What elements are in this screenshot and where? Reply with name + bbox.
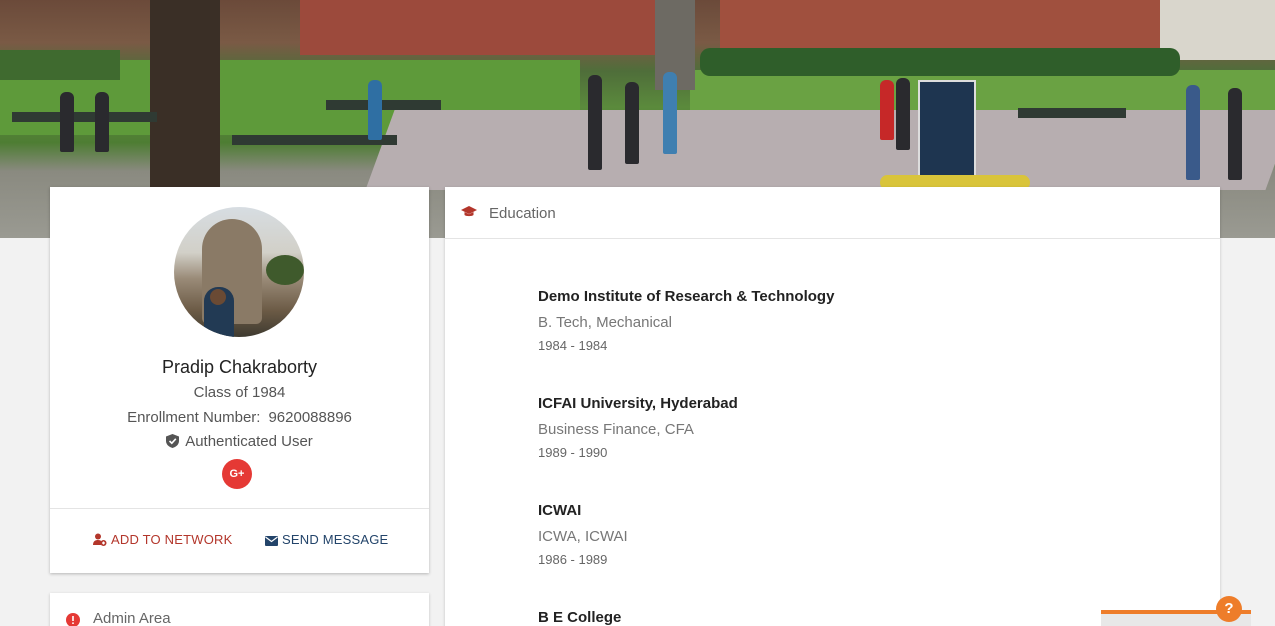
add-to-network-button[interactable]: ADD TO NETWORK <box>93 532 233 547</box>
degree: ICWA, ICWAI <box>538 528 628 545</box>
google-plus-icon[interactable]: G+ <box>222 459 252 489</box>
profile-card: Pradip Chakraborty Class of 1984 Enrollm… <box>50 187 429 573</box>
admin-area-card[interactable]: Admin Area <box>50 593 429 626</box>
card-divider <box>50 508 429 509</box>
shield-check-icon <box>166 434 180 448</box>
info-icon <box>66 613 80 626</box>
institution-name: ICWAI <box>538 502 582 519</box>
enrollment-label: Enrollment Number: <box>127 409 261 426</box>
institution-name: ICFAI University, Hyderabad <box>538 395 738 412</box>
enrollment-number: Enrollment Number: 9620088896 <box>50 409 429 426</box>
avatar[interactable] <box>174 207 304 337</box>
education-title: Education <box>489 205 556 222</box>
years: 1984 - 1984 <box>538 338 608 353</box>
education-entry: ICWAI ICWA, ICWAI 1986 - 1989 <box>538 502 1138 567</box>
enrollment-value: 9620088896 <box>268 409 352 426</box>
education-card: Education Demo Institute of Research & T… <box>445 187 1220 626</box>
class-of: Class of 1984 <box>193 384 286 401</box>
education-entry: B E College <box>538 609 1138 626</box>
add-user-icon <box>93 533 107 546</box>
institution-name: B E College <box>538 609 622 626</box>
authenticated-status: Authenticated User <box>50 433 429 450</box>
education-header: Education <box>445 187 1220 239</box>
help-button[interactable]: ? <box>1216 596 1242 622</box>
profile-name: Pradip Chakraborty <box>161 357 318 377</box>
send-message-button[interactable]: SEND MESSAGE <box>265 532 388 547</box>
education-entry: Demo Institute of Research & Technology … <box>538 288 1138 353</box>
degree: Business Finance, CFA <box>538 421 694 438</box>
authenticated-label: Authenticated User <box>185 433 313 450</box>
years: 1989 - 1990 <box>538 445 608 460</box>
institution-name: Demo Institute of Research & Technology <box>538 288 835 305</box>
graduation-cap-icon <box>461 206 477 217</box>
envelope-icon <box>265 536 278 546</box>
education-entry: ICFAI University, Hyderabad Business Fin… <box>538 395 1138 460</box>
admin-area-title: Admin Area <box>93 610 171 626</box>
send-message-label: SEND MESSAGE <box>282 532 389 547</box>
profile-page: Pradip Chakraborty Class of 1984 Enrollm… <box>0 0 1275 626</box>
degree: B. Tech, Mechanical <box>538 314 672 331</box>
years: 1986 - 1989 <box>538 552 608 567</box>
add-to-network-label: ADD TO NETWORK <box>111 532 233 547</box>
